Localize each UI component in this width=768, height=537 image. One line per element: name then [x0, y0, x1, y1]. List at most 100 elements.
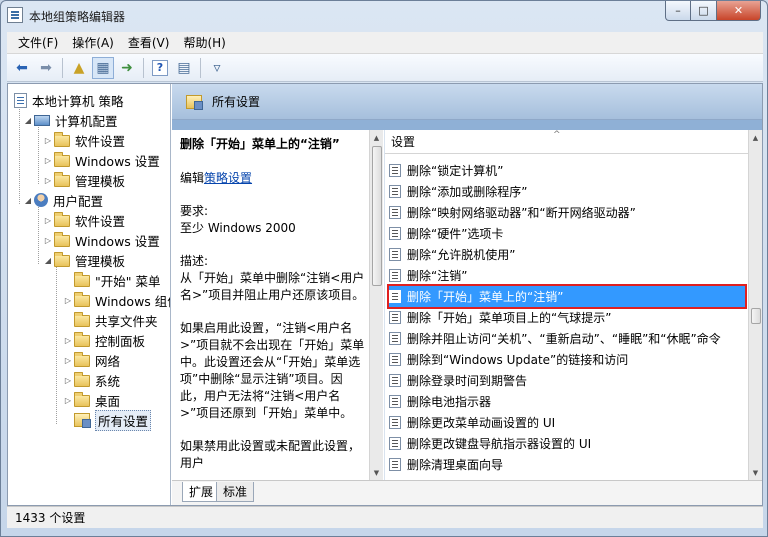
setting-label: 删除登录时间到期警告 — [407, 374, 528, 388]
setting-label: 删除「开始」菜单上的“注销” — [407, 290, 564, 304]
expand-arrow-icon[interactable]: ▷ — [62, 336, 74, 345]
title-bar[interactable]: 本地组策略编辑器 – □ ✕ — [1, 1, 767, 31]
setting-title: 删除「开始」菜单上的“注销” — [180, 137, 340, 151]
help-icon: ? — [152, 59, 168, 76]
close-button[interactable]: ✕ — [717, 1, 761, 21]
description-more: 如果启用此设置，“注销<用户名>”项目就不会出现在「开始」菜单中。此设置还会从“… — [180, 321, 365, 420]
toolbar-separator — [143, 57, 144, 78]
tree-item-network[interactable]: ▷ 网络 — [62, 350, 120, 370]
tree-item-system[interactable]: ▷ 系统 — [62, 370, 120, 390]
setting-row[interactable]: 删除“允许脱机使用” — [389, 244, 745, 265]
tree-item-control-panel[interactable]: ▷ 控制面板 — [62, 330, 145, 350]
scroll-thumb[interactable] — [751, 308, 761, 324]
setting-row[interactable]: 删除更改菜单动画设置的 UI — [389, 412, 745, 433]
tree-guide — [19, 104, 20, 204]
setting-row-selected[interactable]: 删除「开始」菜单上的“注销” — [387, 284, 747, 309]
setting-row[interactable]: 删除“映射网络驱动器”和“断开网络驱动器” — [389, 202, 745, 223]
setting-row[interactable]: 删除“锁定计算机” — [389, 160, 745, 181]
setting-row[interactable]: 删除并阻止访问“关机”、“重新启动”、“睡眠”和“休眠”命令 — [389, 328, 745, 349]
show-hide-tree-icon[interactable]: ▦ — [92, 56, 114, 79]
folder-icon — [74, 311, 90, 327]
expand-arrow-icon[interactable]: ▷ — [62, 296, 74, 305]
tree-item-cc-software[interactable]: ▷ 软件设置 — [42, 130, 125, 150]
up-folder-icon[interactable]: ▲ — [68, 57, 90, 79]
expand-arrow-icon[interactable]: ▷ — [42, 136, 54, 145]
setting-icon — [389, 227, 401, 240]
expand-arrow-icon[interactable]: ▷ — [62, 396, 74, 405]
tree-item-cc-admin[interactable]: ▷ 管理模板 — [42, 170, 125, 190]
scroll-up-icon[interactable]: ▲ — [370, 130, 383, 145]
edit-policy-link[interactable]: 策略设置 — [204, 171, 252, 185]
column-header-setting[interactable]: 设置 ^ — [385, 130, 749, 154]
all-settings-icon — [186, 94, 203, 110]
setting-row[interactable]: 删除更改键盘导航指示器设置的 UI — [389, 433, 745, 454]
export-list-icon[interactable]: ➜ — [116, 57, 138, 79]
description-cut: 如果禁用此设置或未配置此设置，用户 — [180, 439, 361, 470]
tab-extended[interactable]: 扩展 — [182, 482, 221, 502]
scroll-up-icon[interactable]: ▲ — [749, 130, 762, 145]
menu-file[interactable]: 文件(F) — [11, 32, 65, 53]
collapse-arrow-icon[interactable]: ◢ — [22, 116, 34, 125]
menu-help[interactable]: 帮助(H) — [176, 32, 232, 53]
tree-item-uc-windows[interactable]: ▷ Windows 设置 — [42, 230, 160, 250]
tree-item-computer-config[interactable]: ◢ 计算机配置 — [22, 110, 118, 130]
setting-label: 删除“注销” — [407, 269, 468, 283]
expand-arrow-icon[interactable]: ▷ — [42, 176, 54, 185]
folder-icon — [74, 331, 90, 347]
expand-arrow-icon[interactable]: ▷ — [62, 356, 74, 365]
setting-row[interactable]: 删除电池指示器 — [389, 391, 745, 412]
scroll-down-icon[interactable]: ▼ — [749, 465, 762, 480]
help-icon-wrap[interactable]: ? — [149, 57, 171, 79]
setting-row[interactable]: 删除清理桌面向导 — [389, 454, 745, 475]
setting-icon — [389, 164, 401, 177]
tree-item-shared-folders[interactable]: 共享文件夹 — [74, 310, 158, 330]
menu-view[interactable]: 查看(V) — [121, 32, 177, 53]
tree-item-cc-windows[interactable]: ▷ Windows 设置 — [42, 150, 160, 170]
tree-item-start-menu[interactable]: "开始" 菜单 — [74, 270, 160, 290]
properties-icon[interactable]: ▤ — [173, 57, 195, 79]
setting-row[interactable]: 删除“硬件”选项卡 — [389, 223, 745, 244]
window-controls: – □ ✕ — [665, 1, 761, 21]
setting-row[interactable]: 删除「开始」菜单项目上的“气球提示” — [389, 307, 745, 328]
folder-icon — [74, 291, 90, 307]
tree-item-uc-admin[interactable]: ◢ 管理模板 — [42, 250, 125, 270]
setting-label: 删除更改键盘导航指示器设置的 UI — [407, 437, 592, 451]
setting-row[interactable]: 删除到“Windows Update”的链接和访问 — [389, 349, 745, 370]
setting-row[interactable]: 删除登录时间到期警告 — [389, 370, 745, 391]
tree-item-user-config[interactable]: ◢ 用户配置 — [22, 190, 103, 210]
details-header: 所有设置 — [172, 84, 762, 120]
details-title: 所有设置 — [212, 95, 261, 109]
setting-icon — [389, 332, 401, 345]
folder-icon — [74, 371, 90, 387]
expand-arrow-icon[interactable]: ▷ — [42, 156, 54, 165]
maximize-button[interactable]: □ — [691, 1, 717, 21]
setting-row[interactable]: 删除“添加或删除程序” — [389, 181, 745, 202]
tree-item-root[interactable]: 本地计算机 策略 — [14, 90, 123, 110]
minimize-button[interactable]: – — [665, 1, 691, 21]
setting-label: 删除“锁定计算机” — [407, 164, 504, 178]
tree-item-desktop[interactable]: ▷ 桌面 — [62, 390, 120, 410]
setting-icon — [389, 185, 401, 198]
menu-action[interactable]: 操作(A) — [65, 32, 121, 53]
tree-item-windows-components[interactable]: ▷ Windows 组件 — [62, 290, 170, 310]
setting-label: 删除“允许脱机使用” — [407, 248, 516, 262]
tree-item-uc-software[interactable]: ▷ 软件设置 — [42, 210, 125, 230]
collapse-arrow-icon[interactable]: ◢ — [42, 256, 54, 265]
expand-arrow-icon[interactable]: ▷ — [62, 376, 74, 385]
tree-item-all-settings[interactable]: 所有设置 — [74, 409, 152, 431]
folder-icon — [54, 151, 70, 167]
description-scrollbar[interactable]: ▲ ▼ — [369, 130, 383, 480]
forward-arrow-icon[interactable]: ➡ — [35, 57, 57, 79]
scroll-down-icon[interactable]: ▼ — [370, 465, 383, 480]
list-scrollbar[interactable]: ▲ ▼ — [748, 130, 762, 480]
tab-standard[interactable]: 标准 — [216, 482, 255, 502]
scroll-thumb[interactable] — [372, 146, 382, 286]
setting-label: 删除并阻止访问“关机”、“重新启动”、“睡眠”和“休眠”命令 — [407, 332, 721, 346]
setting-row[interactable]: 删除“注销” — [389, 265, 745, 286]
view-tabs: 扩展 标准 — [172, 480, 762, 505]
collapse-arrow-icon[interactable]: ◢ — [22, 196, 34, 205]
expand-arrow-icon[interactable]: ▷ — [42, 216, 54, 225]
back-arrow-icon[interactable]: ⬅ — [11, 57, 33, 79]
filter-icon[interactable]: ▿ — [206, 57, 228, 79]
expand-arrow-icon[interactable]: ▷ — [42, 236, 54, 245]
